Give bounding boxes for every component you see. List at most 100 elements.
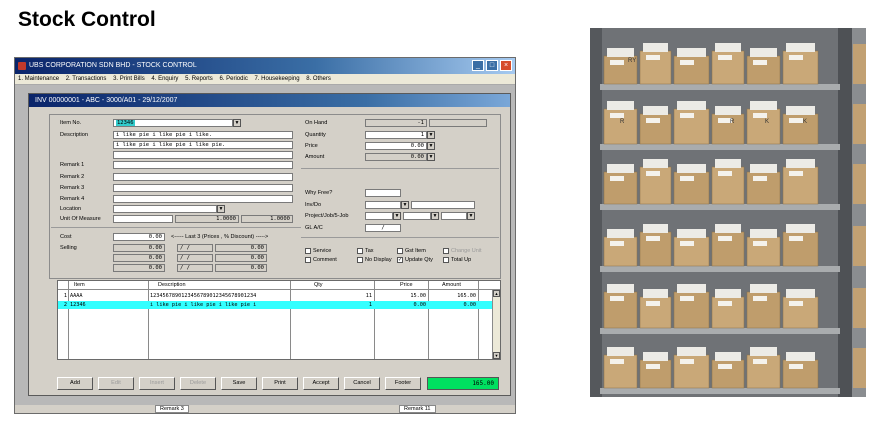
print-button[interactable]: Print (262, 377, 298, 390)
gst-item-checkbox[interactable]: Gst Item (397, 248, 426, 254)
box-tag (610, 241, 624, 246)
footer-tab-remark3[interactable]: Remark 3 (155, 405, 189, 413)
box-tag (646, 364, 660, 369)
table-row-selected[interactable]: 2 12346 i like pie i like pie i like pie… (58, 301, 500, 309)
project-dropdown-icon[interactable]: ▼ (393, 212, 401, 220)
remark1-field[interactable] (113, 161, 293, 169)
col-header-description: Description (158, 282, 186, 288)
file-folders (750, 101, 777, 110)
box-tag (680, 113, 694, 118)
inv-do-field[interactable] (365, 201, 401, 209)
quantity-field[interactable]: 1 (365, 131, 427, 139)
no-display-checkbox[interactable]: No Display (357, 257, 392, 263)
footer-button[interactable]: Footer (385, 377, 421, 390)
file-folders (786, 159, 815, 168)
box-tag (610, 60, 624, 65)
total-up-checkbox[interactable]: Total Up (443, 257, 471, 263)
maximize-icon[interactable]: □ (486, 60, 498, 71)
shelf-plank (600, 266, 840, 272)
sub-job-field[interactable] (441, 212, 467, 220)
update-qty-checkbox[interactable]: ✓ Update Qty (397, 257, 433, 263)
file-folders (607, 284, 634, 293)
box-tag (753, 113, 767, 118)
label-location: Location (60, 206, 82, 212)
edit-button[interactable]: Edit (98, 377, 134, 390)
item-no-field[interactable]: 12346 (113, 119, 233, 127)
menu-periodic[interactable]: 6. Periodic (219, 76, 247, 82)
remark4-field[interactable] (113, 195, 293, 203)
save-button[interactable]: Save (221, 377, 257, 390)
comment-checkbox[interactable]: Comment (305, 257, 337, 263)
project-field[interactable] (365, 212, 393, 220)
selling-row2: 0.00 (113, 254, 165, 262)
cost-field[interactable]: 0.00 (113, 233, 165, 241)
table-row[interactable]: 1 AAAA 123456789012345678901234567890123… (58, 292, 500, 300)
file-folders (677, 48, 706, 57)
description-line3[interactable] (113, 151, 293, 159)
tax-checkbox[interactable]: Tax (357, 248, 374, 254)
menu-print-bills[interactable]: 3. Print Bills (113, 76, 145, 82)
amount-value: 0.00 (365, 153, 427, 161)
box-tag (753, 241, 767, 246)
file-folders (607, 48, 634, 57)
remark3-field[interactable] (113, 184, 293, 192)
amount-dropdown-icon[interactable]: ▼ (427, 153, 435, 161)
price-field[interactable]: 0.00 (365, 142, 427, 150)
description-line2[interactable]: i like pie i like pie i like pie. (113, 141, 293, 149)
close-icon[interactable]: × (500, 60, 512, 71)
check-icon: ✓ (397, 257, 403, 263)
scroll-up-icon[interactable]: ▲ (493, 290, 500, 297)
job-dropdown-icon[interactable]: ▼ (431, 212, 439, 220)
no-display-label: No Display (365, 257, 392, 263)
menu-transactions[interactable]: 2. Transactions (66, 76, 107, 82)
grid-scrollbar[interactable]: ▲ ▼ (492, 290, 500, 359)
box-tag (718, 364, 732, 369)
file-folders (607, 101, 634, 110)
box-tag (789, 236, 803, 241)
job-field[interactable] (403, 212, 431, 220)
delete-button[interactable]: Delete (180, 377, 216, 390)
why-free-field[interactable] (365, 189, 401, 197)
box-tag (789, 301, 803, 306)
uom-field[interactable] (113, 215, 173, 223)
description-line1[interactable]: i like pie i like pie i like. (113, 131, 293, 139)
service-checkbox[interactable]: Service (305, 248, 331, 254)
shelf-plank (600, 388, 840, 394)
col-header-qty: Qty (314, 282, 323, 288)
footer-tab-remark11[interactable]: Remark 11 (399, 405, 436, 413)
quantity-dropdown-icon[interactable]: ▼ (427, 131, 435, 139)
minimize-icon[interactable]: _ (472, 60, 484, 71)
scroll-down-icon[interactable]: ▼ (493, 352, 500, 359)
inv-do-dropdown-icon[interactable]: ▼ (401, 201, 409, 209)
accept-button[interactable]: Accept (303, 377, 339, 390)
location-dropdown-icon[interactable]: ▼ (217, 205, 225, 213)
insert-button[interactable]: Insert (139, 377, 175, 390)
file-folders (715, 289, 741, 298)
app-icon (18, 62, 26, 70)
gl-ac-field[interactable]: / (365, 224, 401, 232)
last3-date3: / / (177, 264, 213, 272)
file-folders (677, 164, 706, 173)
menu-reports[interactable]: 5. Reports (185, 76, 213, 82)
cancel-button[interactable]: Cancel (344, 377, 380, 390)
menu-enquiry[interactable]: 4. Enquiry (151, 76, 178, 82)
service-label: Service (313, 248, 332, 254)
menu-others[interactable]: 8. Others (306, 76, 331, 82)
item-no-dropdown-icon[interactable]: ▼ (233, 119, 241, 127)
location-field[interactable] (113, 205, 217, 213)
sub-job-dropdown-icon[interactable]: ▼ (467, 212, 475, 220)
remark2-field[interactable] (113, 173, 293, 181)
file-folders (715, 224, 741, 233)
add-button[interactable]: Add (57, 377, 93, 390)
box-tag (753, 176, 767, 181)
file-folders (750, 229, 777, 238)
menu-maintenance[interactable]: 1. Maintenance (18, 76, 59, 82)
menu-housekeeping[interactable]: 7. Housekeeping (255, 76, 300, 82)
price-dropdown-icon[interactable]: ▼ (427, 142, 435, 150)
inv-do-extra-field[interactable] (411, 201, 475, 209)
file-folders (677, 101, 706, 110)
box-tag (610, 359, 624, 364)
label-remark1: Remark 1 (60, 162, 85, 168)
file-folders (715, 159, 741, 168)
last3-value2: 0.00 (215, 254, 267, 262)
